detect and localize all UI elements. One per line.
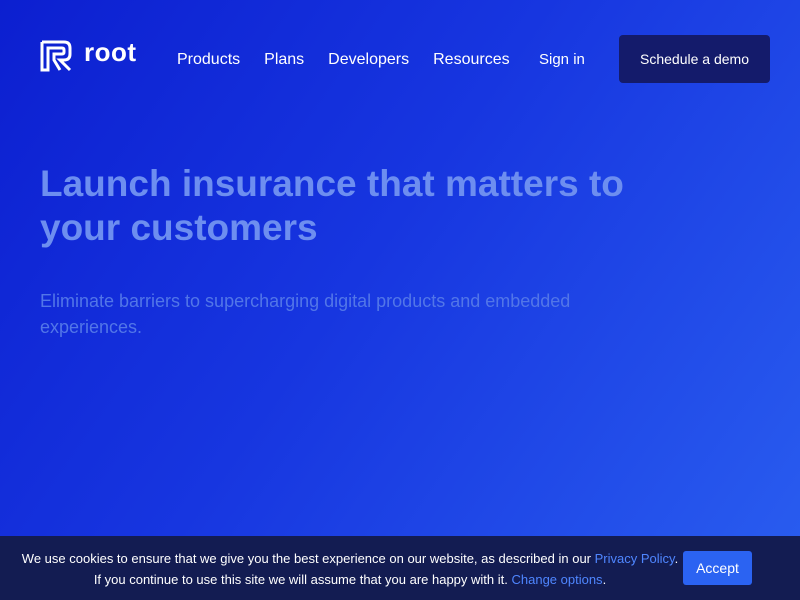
brand-logo[interactable]: root [40, 37, 137, 72]
cookie-text-line1: We use cookies to ensure that we give yo… [21, 551, 595, 566]
main-menu: Products Plans Developers Resources [177, 50, 534, 70]
cookie-message: We use cookies to ensure that we give yo… [0, 548, 700, 590]
nav-link-plans[interactable]: Plans [264, 50, 304, 70]
cookie-text-line1-end: . [674, 551, 679, 566]
root-logo-icon [40, 40, 72, 72]
schedule-demo-button[interactable]: Schedule a demo [619, 35, 770, 83]
accept-cookies-button[interactable]: Accept [683, 551, 752, 585]
nav-link-developers[interactable]: Developers [328, 50, 409, 70]
nav-link-resources[interactable]: Resources [433, 50, 509, 70]
top-navigation: root Products Plans Developers Resources… [0, 0, 800, 118]
nav-link-products[interactable]: Products [177, 50, 240, 70]
change-options-link[interactable]: Change options [511, 572, 602, 587]
sign-in-link[interactable]: Sign in [539, 50, 585, 70]
cookie-text-line2: If you continue to use this site we will… [93, 572, 512, 587]
hero-title: Launch insurance that matters to your cu… [40, 163, 624, 248]
hero-subtitle: Eliminate barriers to supercharging digi… [40, 291, 571, 337]
cookie-text-line2-end: . [602, 572, 607, 587]
privacy-policy-link[interactable]: Privacy Policy [595, 551, 675, 566]
brand-name: root [84, 37, 137, 67]
cookie-banner: We use cookies to ensure that we give yo… [0, 536, 800, 600]
